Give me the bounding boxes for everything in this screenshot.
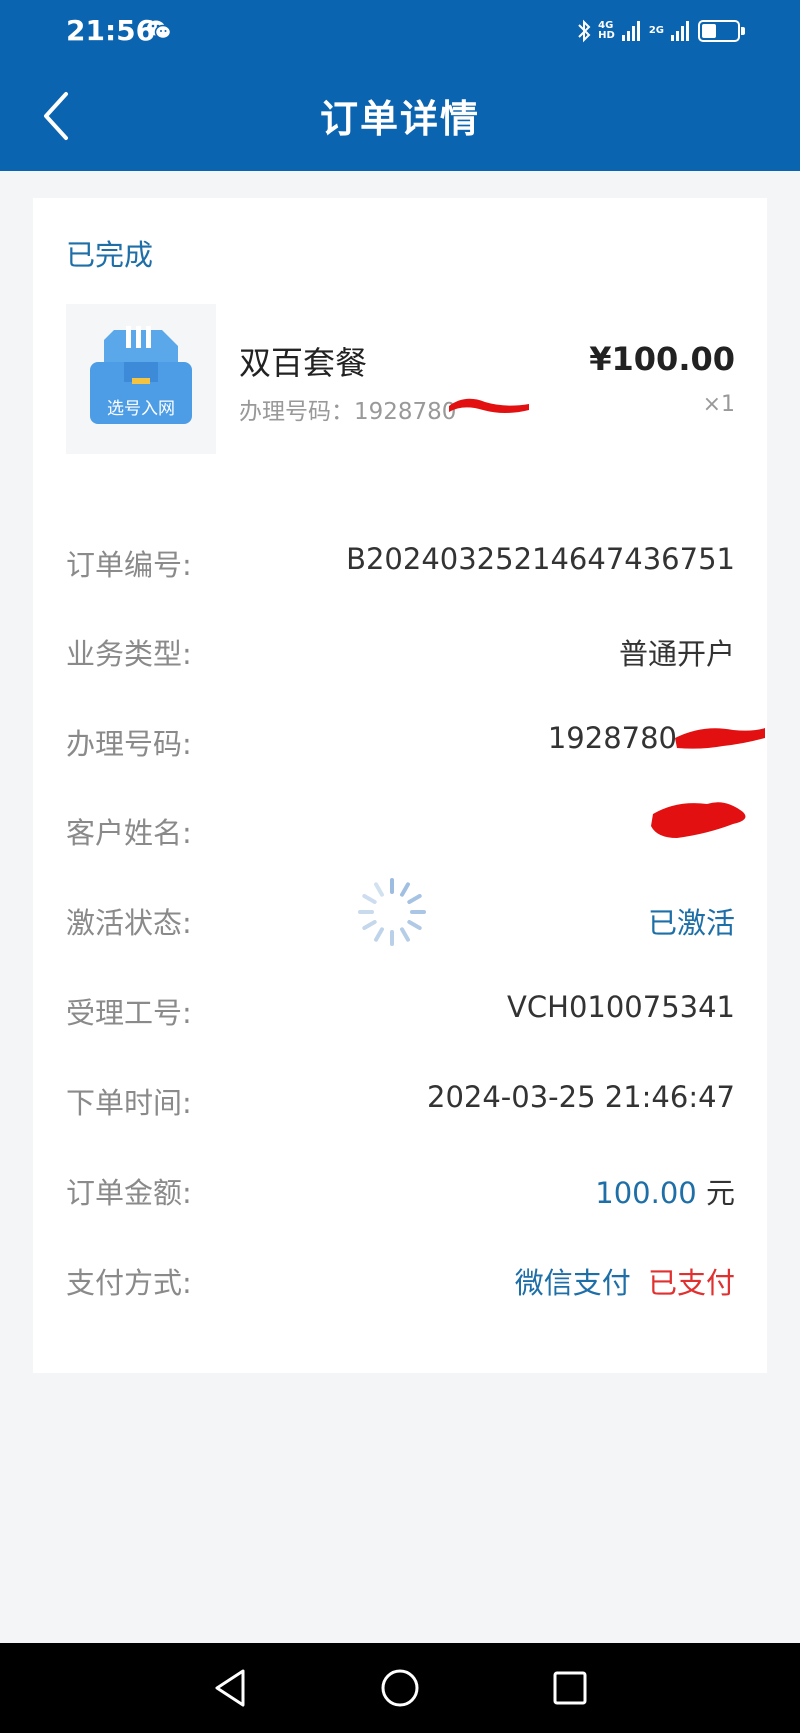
activation-status-label: 激活状态: [66,906,192,940]
order-number-label: 订单编号: [66,548,192,582]
operator-id-row: 受理工号: VCH010075341 [66,990,735,1034]
status-bar: 21:56 4G HD 2G [0,0,800,62]
svg-text:选号入网: 选号入网 [107,399,175,419]
nav-recents-icon[interactable] [545,1663,595,1713]
customer-name-row: 客户姓名: [66,810,735,854]
nav-back-icon[interactable] [205,1663,255,1713]
network-label-1: 4G HD [598,20,615,41]
payment-status: 已支付 [647,1266,735,1300]
phone-number-row: 办理号码: 1928780 [66,721,735,765]
payment-method-row: 支付方式: 微信支付 已支付 [66,1260,735,1304]
bluetooth-icon [578,19,591,43]
payment-method-label: 支付方式: [66,1266,192,1300]
operator-id-label: 受理工号: [66,996,192,1030]
amount-unit: 元 [705,1176,735,1210]
payment-method-value: 微信支付 已支付 [515,1260,735,1302]
order-time-value: 2024-03-25 21:46:47 [427,1080,735,1114]
signal-icon-2 [671,21,689,41]
page-title: 订单详情 [319,97,480,141]
order-status: 已完成 [66,238,154,272]
order-number-value: B20240325214647436751 [346,542,735,576]
order-time-row: 下单时间: 2024-03-25 21:46:47 [66,1080,735,1124]
product-name: 双百套餐 [239,344,368,382]
payment-method-name: 微信支付 [514,1266,631,1300]
activation-status-value: 已激活 [647,906,735,940]
amount-number: 100.00 [595,1176,697,1210]
order-detail-card: 已完成 选号入网 双百套餐 办理号码：1928780 ¥100.00 ×1 订单… [33,198,767,1373]
sim-card-icon: 选号入网 [90,326,192,424]
product-quantity: ×1 [702,392,735,417]
business-type-row: 业务类型: 普通开户 [66,631,735,675]
product-price: ¥100.00 [589,340,735,378]
status-time: 21:56 [66,14,156,47]
business-type-label: 业务类型: [66,637,192,671]
operator-id-value: VCH010075341 [507,990,735,1024]
customer-name-label: 客户姓名: [66,816,192,850]
phone-number-value: 1928780 [547,721,677,755]
order-amount-value: 100.00 元 [595,1170,735,1212]
system-navigation-bar [0,1643,800,1733]
product-thumbnail: 选号入网 [66,304,216,454]
order-number-row: 订单编号: B20240325214647436751 [66,542,735,586]
app-header: 21:56 4G HD 2G 订单详情 [0,0,800,171]
order-amount-row: 订单金额: 100.00 元 [66,1170,735,1214]
battery-icon [698,20,745,42]
loading-spinner-icon [358,878,426,946]
network-label-2: 2G [648,25,664,36]
product-number: 办理号码：1928780 [239,399,457,425]
order-time-label: 下单时间: [66,1086,192,1120]
redaction-mark [449,398,529,413]
signal-icon-1 [621,21,640,41]
nav-home-icon[interactable] [375,1663,425,1713]
phone-number-label: 办理号码: [66,727,192,761]
wechat-notification-icon [147,20,172,40]
status-icons: 4G HD 2G [576,16,745,46]
business-type-value: 普通开户 [618,637,735,671]
order-amount-label: 订单金额: [66,1176,192,1210]
